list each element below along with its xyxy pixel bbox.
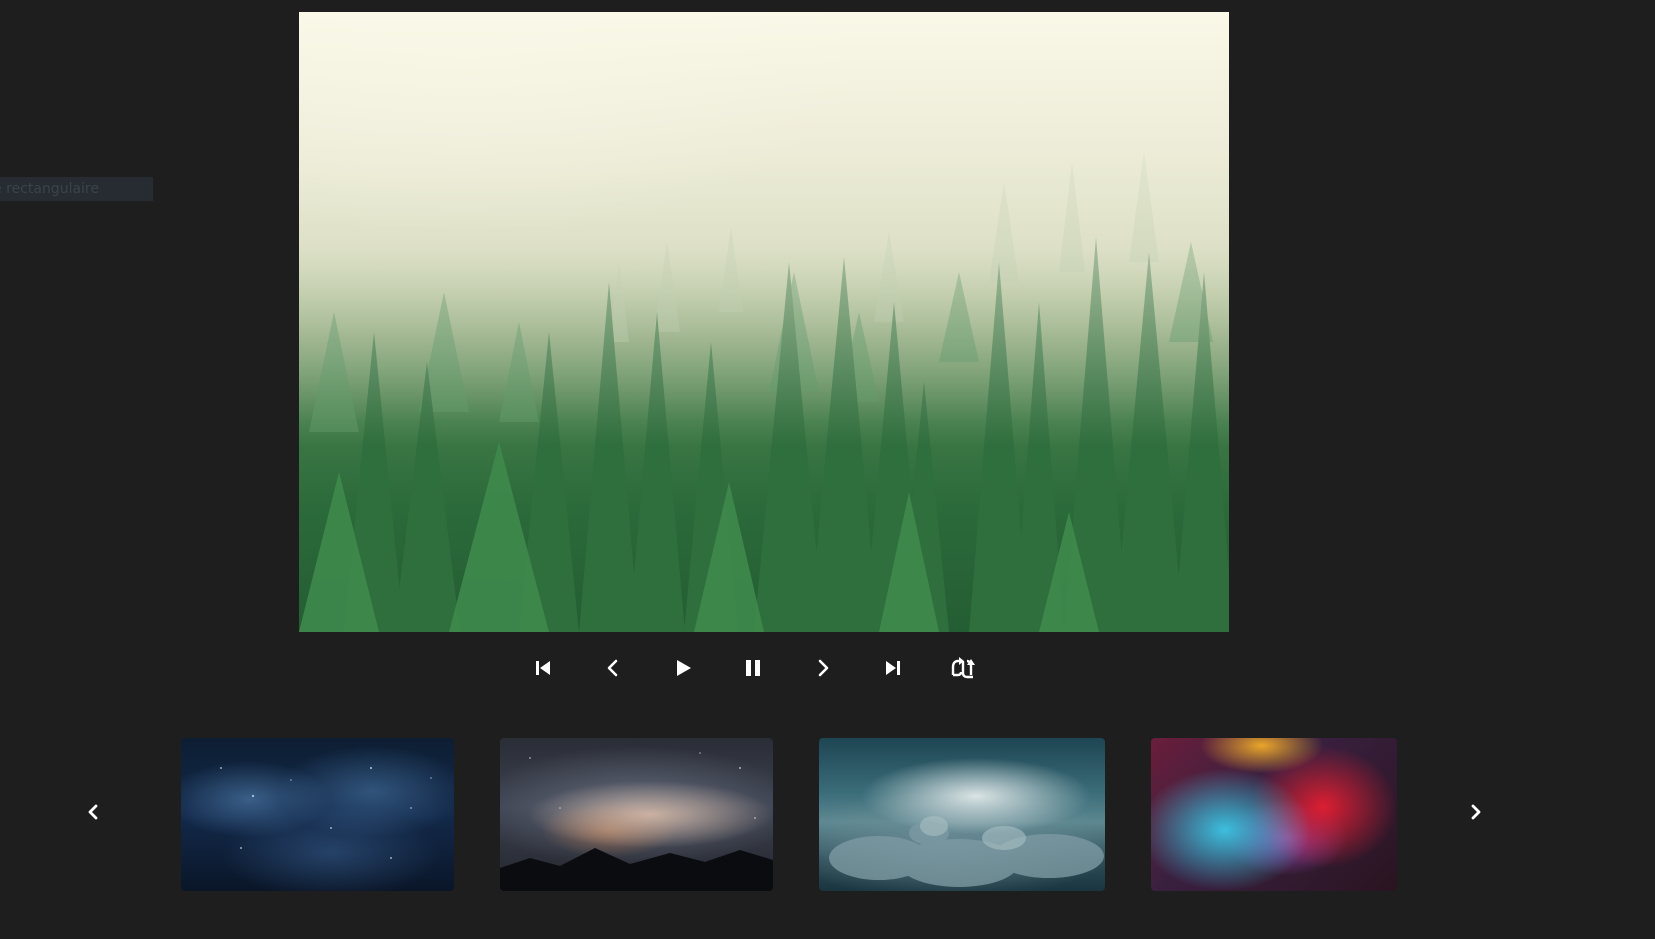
shuffle-icon <box>951 657 975 679</box>
thumbnail-4[interactable] <box>1151 738 1397 891</box>
main-image <box>299 12 1229 632</box>
side-label-text: e rectangulaire <box>0 181 99 197</box>
thumbnail-1-stars <box>220 766 432 859</box>
last-icon <box>886 661 900 675</box>
gallery-page: e rectangulaire <box>0 0 1655 939</box>
play-button[interactable] <box>665 650 701 686</box>
thumbnail-2-mountains <box>500 752 773 891</box>
thumbnail-3[interactable] <box>819 738 1105 891</box>
chevron-left-icon <box>88 804 98 820</box>
previous-icon <box>607 659 618 677</box>
thumbnail-3-clouds <box>829 816 1104 887</box>
last-button[interactable] <box>875 650 911 686</box>
thumbnail-2[interactable] <box>500 738 773 891</box>
thumbnails-previous-button[interactable] <box>78 797 108 827</box>
thumbnails-next-button[interactable] <box>1461 797 1491 827</box>
next-icon <box>818 659 829 677</box>
forest-illustration <box>299 12 1229 632</box>
first-icon <box>536 661 550 675</box>
thumbnail-1[interactable] <box>181 738 454 891</box>
next-button[interactable] <box>805 650 841 686</box>
previous-button[interactable] <box>595 650 631 686</box>
side-label: e rectangulaire <box>0 177 153 201</box>
play-icon <box>677 660 691 676</box>
playback-controls <box>509 650 999 686</box>
chevron-right-icon <box>1471 804 1481 820</box>
pause-button[interactable] <box>735 650 771 686</box>
shuffle-button[interactable] <box>945 650 981 686</box>
first-button[interactable] <box>525 650 561 686</box>
pause-icon <box>746 660 760 676</box>
